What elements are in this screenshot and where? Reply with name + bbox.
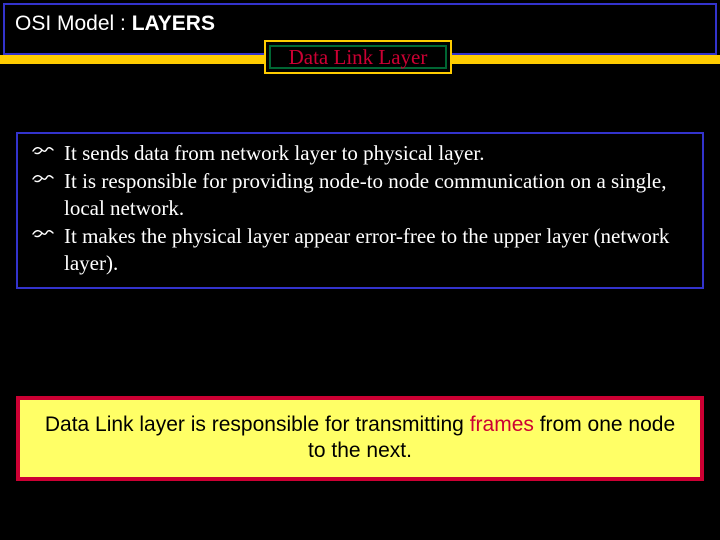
subtitle-pill: Data Link Layer [264,40,452,74]
flourish-icon [32,144,54,158]
slide-title: OSI Model : LAYERS [15,12,215,36]
flourish-icon [32,227,54,241]
list-item: It makes the physical layer appear error… [28,223,692,277]
list-item: It is responsible for providing node-to … [28,168,692,222]
title-plain: OSI Model : [15,12,132,35]
title-bold: LAYERS [132,12,215,35]
summary-text: Data Link layer is responsible for trans… [34,412,686,465]
summary-highlight: frames [470,413,534,436]
summary-prefix: Data Link layer is responsible for trans… [45,413,470,436]
flourish-icon [32,172,54,186]
summary-box: Data Link layer is responsible for trans… [16,396,704,481]
bullet-text: It sends data from network layer to phys… [64,140,692,167]
list-item: It sends data from network layer to phys… [28,140,692,167]
subtitle-text: Data Link Layer [289,45,428,70]
bullets-box: It sends data from network layer to phys… [16,132,704,289]
bullet-text: It makes the physical layer appear error… [64,223,692,277]
bullet-text: It is responsible for providing node-to … [64,168,692,222]
